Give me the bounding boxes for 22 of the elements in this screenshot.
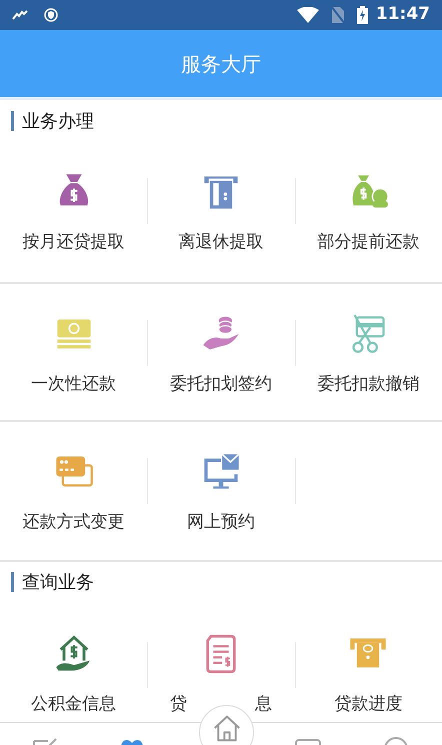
section-heading: 查询业务	[22, 570, 94, 594]
service-link[interactable]: 贷款进度	[334, 692, 402, 718]
signal-activity-icon	[12, 10, 28, 20]
no-sim-icon	[330, 6, 345, 24]
service-link[interactable]: 公积金信息	[31, 692, 116, 718]
service-link[interactable]: 一次性还款	[31, 372, 116, 398]
page-title: 服务大厅	[181, 50, 261, 78]
service-link[interactable]: 息	[254, 692, 272, 718]
service-link[interactable]: 离退休提取	[178, 230, 264, 256]
service-link[interactable]: 还款方式变更	[22, 510, 125, 536]
shield-icon	[44, 8, 58, 22]
battery-charging-icon	[356, 6, 368, 24]
service-link[interactable]: 网上预约	[186, 510, 255, 536]
wifi-icon	[296, 7, 319, 23]
service-link[interactable]: 按月还贷提取	[22, 230, 125, 256]
home-button[interactable]	[199, 705, 254, 745]
service-link[interactable]: 部分提前还款	[317, 230, 420, 256]
service-link[interactable]: 贷	[170, 692, 187, 718]
clock: 11:47	[376, 3, 430, 26]
service-link[interactable]: 委托扣划签约	[170, 372, 272, 398]
section-heading: 业务办理	[22, 110, 94, 134]
service-link[interactable]: 委托扣款撤销	[317, 372, 420, 398]
